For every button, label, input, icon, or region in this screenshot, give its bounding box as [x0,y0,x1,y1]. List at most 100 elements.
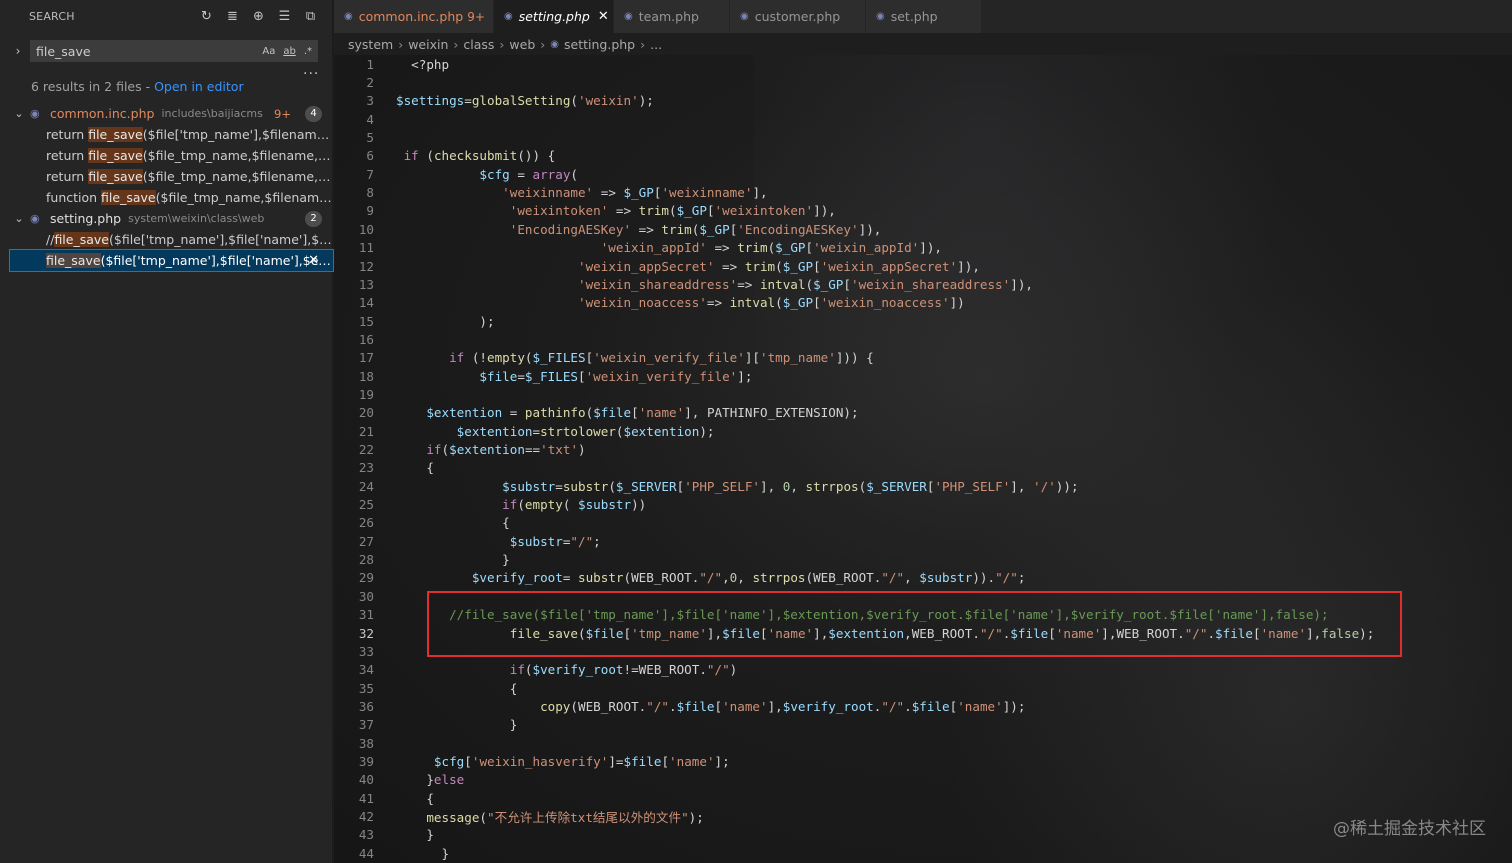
code-line[interactable]: 30 [334,587,1512,605]
code-line[interactable]: 18 $file=$_FILES['weixin_verify_file']; [334,367,1512,385]
chevron-right-icon: › [453,36,459,52]
line-number: 35 [358,680,374,696]
result-match[interactable]: function file_save($file_tmp_name,$filen… [10,187,333,208]
code-line[interactable]: 9 'weixintoken' => trim($_GP['weixintoke… [334,202,1512,220]
tab-customer[interactable]: ◉ customer.php [730,0,866,33]
code-line[interactable]: 27 $substr="/"; [334,532,1512,550]
code-line[interactable]: 7 $cfg = array( [334,165,1512,183]
chevron-right-icon: › [398,36,404,52]
code-line[interactable]: 4 [334,110,1512,128]
code-text: if (!empty($_FILES['weixin_verify_file']… [449,350,874,366]
tab-team[interactable]: ◉ team.php [614,0,730,33]
code-text: $cfg['weixin_hasverify']=$file['name']; [433,753,730,769]
line-number: 18 [358,368,374,384]
code-text: $verify_root= substr(WEB_ROOT."/",0, str… [471,570,1026,586]
regex-toggle[interactable]: .* [302,45,314,58]
code-line[interactable]: 39 $cfg['weixin_hasverify']=$file['name'… [334,752,1512,770]
result-match[interactable]: return file_save($file['tmp_name'],$file… [10,124,333,145]
breadcrumb-item[interactable]: ... [650,37,662,52]
open-in-editor-link[interactable]: Open in editor [154,79,244,94]
tab-common-inc[interactable]: ◉ common.inc.php 9+ [334,0,494,33]
breadcrumb-item[interactable]: system [348,37,393,52]
code-text: } [396,552,510,568]
code-line[interactable]: 17 if (!empty($_FILES['weixin_verify_fil… [334,349,1512,367]
whole-word-toggle[interactable]: ab [281,45,297,58]
search-row: › Aa ab .* [10,40,322,62]
code-text: 'weixin_noaccess'=> intval($_GP['weixin_… [577,295,965,311]
code-line[interactable]: 31 //file_save($file['tmp_name'],$file['… [334,606,1512,624]
code-line[interactable]: 11 'weixin_appId' => trim($_GP['weixin_a… [334,239,1512,257]
match-case-toggle[interactable]: Aa [260,45,277,58]
code-line[interactable]: 10 'EncodingAESKey' => trim($_GP['Encodi… [334,220,1512,238]
result-file-common-inc[interactable]: ⌄ ◉ common.inc.php includes\baijiacms 9+… [10,103,333,124]
code-line[interactable]: 41 { [334,789,1512,807]
match-count-badge: 2 [305,210,322,227]
code-line[interactable]: 35 { [334,679,1512,697]
match-text: file_save($file['tmp_name'],$file['name'… [46,253,333,268]
collapse-all-icon[interactable]: ⧉ [303,9,318,24]
result-match[interactable]: //file_save($file['tmp_name'],$file['nam… [10,229,333,250]
code-line[interactable]: 33 [334,642,1512,660]
code-line[interactable]: 5 [334,128,1512,146]
line-number: 42 [358,809,374,825]
breadcrumb-item[interactable]: setting.php [564,37,635,52]
code-line[interactable]: 19 [334,385,1512,403]
result-match[interactable]: return file_save($file_tmp_name,$filenam… [10,145,333,166]
code-line[interactable]: 23 { [334,459,1512,477]
code-line[interactable]: 29 $verify_root= substr(WEB_ROOT."/",0, … [334,569,1512,587]
watermark: @稀土掘金技术社区 [1333,819,1486,839]
php-file-icon: ◉ [30,107,40,120]
toggle-replace-icon[interactable]: › [10,44,26,58]
code-line[interactable]: 8 'weixinname' => $_GP['weixinname'], [334,183,1512,201]
code-line[interactable]: 44 } [334,844,1512,862]
tab-set[interactable]: ◉ set.php [866,0,982,33]
code-line[interactable]: 21 $extention=strtolower($extention); [334,422,1512,440]
code-text: $extention=strtolower($extention); [456,423,715,439]
code-line[interactable]: 20 $extention = pathinfo($file['name'], … [334,404,1512,422]
code-line[interactable]: 37 } [334,716,1512,734]
line-number: 13 [358,276,374,292]
code-text: { [396,790,434,806]
breadcrumb-item[interactable]: class [463,37,494,52]
code-line[interactable]: 1 <?php [334,55,1512,73]
result-match-selected[interactable]: file_save($file['tmp_name'],$file['name'… [9,249,334,272]
code-line[interactable]: 26 { [334,514,1512,532]
chevron-right-icon: › [499,36,505,52]
refresh-icon[interactable]: ↻ [199,9,214,24]
new-search-editor-icon[interactable]: ⊕ [251,9,266,24]
line-number: 8 [366,185,374,201]
code-line[interactable]: 28 } [334,550,1512,568]
code-line[interactable]: 6 if (checksubmit()) { [334,147,1512,165]
view-as-tree-icon[interactable]: ☰ [277,9,292,24]
code-line[interactable]: 12 'weixin_appSecret' => trim($_GP['weix… [334,257,1512,275]
code-line[interactable]: 40 }else [334,771,1512,789]
result-match[interactable]: return file_save($file_tmp_name,$filenam… [10,166,333,187]
clear-results-icon[interactable]: ≣ [225,9,240,24]
code-line[interactable]: 16 [334,330,1512,348]
code-line[interactable]: 24 $substr=substr($_SERVER['PHP_SELF'], … [334,477,1512,495]
breadcrumb-item[interactable]: web [509,37,535,52]
result-file-setting[interactable]: ⌄ ◉ setting.php system\weixin\class\web … [10,208,333,229]
chevron-down-icon: ⌄ [14,212,24,225]
code-line[interactable]: 32 file_save($file['tmp_name'],$file['na… [334,624,1512,642]
code-line[interactable]: 2 [334,73,1512,91]
breadcrumb-item[interactable]: weixin [408,37,448,52]
code-line[interactable]: 36 copy(WEB_ROOT."/".$file['name'],$veri… [334,697,1512,715]
code-line[interactable]: 15 ); [334,312,1512,330]
code-line[interactable]: 13 'weixin_shareaddress'=> intval($_GP['… [334,275,1512,293]
code-line[interactable]: 34 if($verify_root!=WEB_ROOT."/") [334,661,1512,679]
code-text: <?php [396,56,450,72]
more-options-icon[interactable]: ... [303,62,319,78]
dismiss-result-icon[interactable]: ✕ [308,253,319,268]
code-line[interactable]: 3 $settings=globalSetting('weixin'); [334,92,1512,110]
close-icon[interactable]: ✕ [598,9,609,24]
code-line[interactable]: 22 if($extention=='txt') [334,440,1512,458]
search-input[interactable] [36,43,261,59]
tab-bar: ◉ common.inc.php 9+ ◉ setting.php ✕ ◉ te… [334,0,1512,33]
code-editor[interactable]: 1 <?php 2 3 $settings=globalSetting('weixin… [334,55,1512,863]
php-file-icon: ◉ [344,11,353,22]
code-line[interactable]: 38 [334,734,1512,752]
tab-setting[interactable]: ◉ setting.php ✕ [494,0,614,33]
code-line[interactable]: 25 if(empty( $substr)) [334,495,1512,513]
code-line[interactable]: 14 'weixin_noaccess'=> intval($_GP['weix… [334,294,1512,312]
